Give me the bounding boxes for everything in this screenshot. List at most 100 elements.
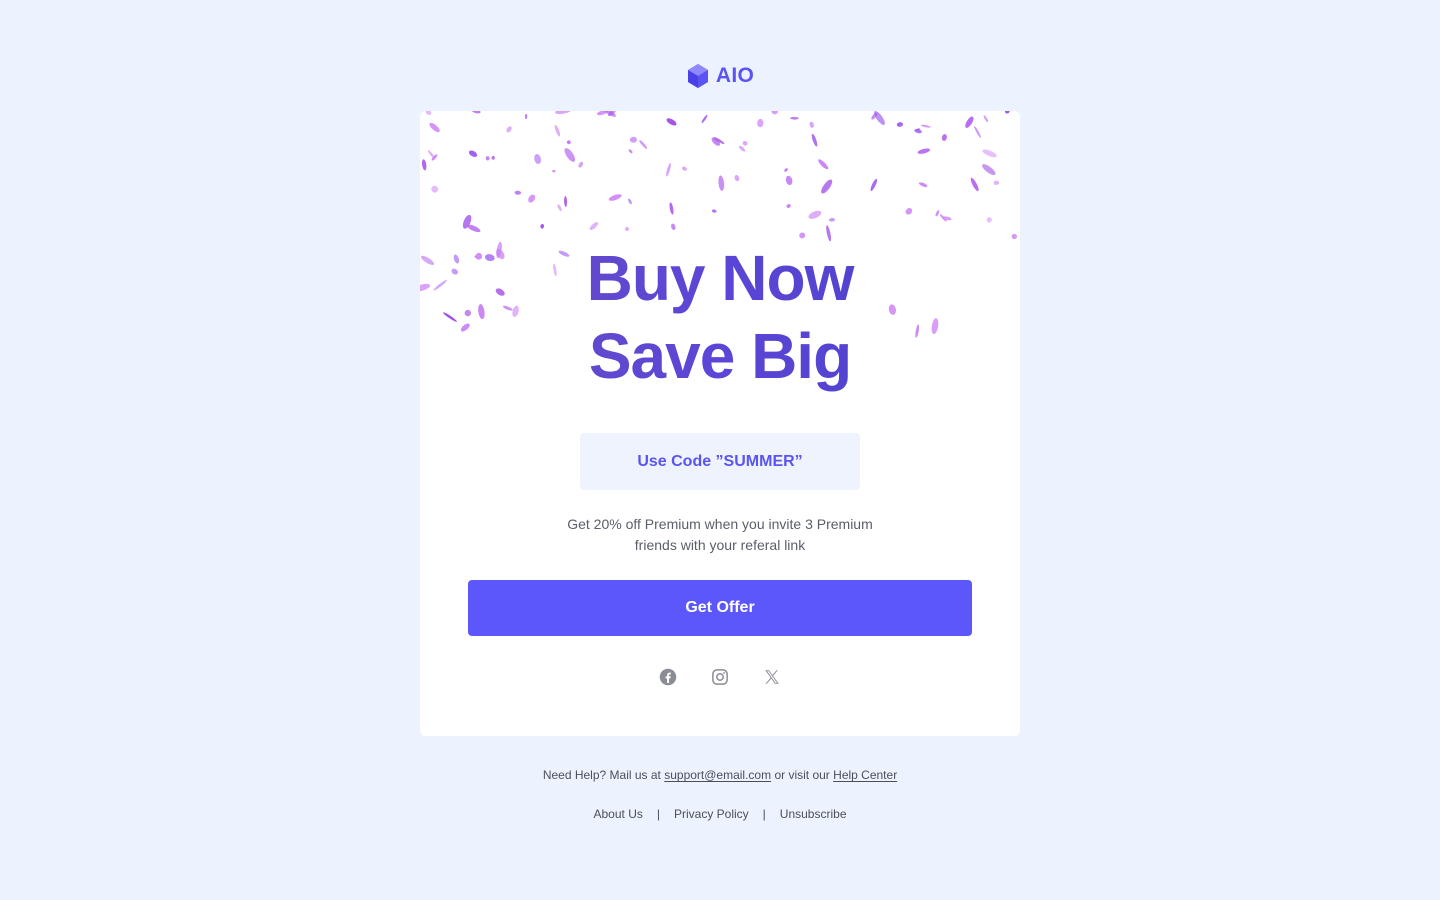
confetti-piece xyxy=(829,217,835,222)
confetti-piece xyxy=(607,111,617,117)
confetti-piece xyxy=(918,182,928,188)
confetti-piece xyxy=(471,111,481,114)
brand-name: AIO xyxy=(715,64,755,87)
confetti-piece xyxy=(920,124,931,128)
confetti-piece xyxy=(564,196,568,207)
confetti-piece xyxy=(993,180,999,186)
unsubscribe-link[interactable]: Unsubscribe xyxy=(780,807,847,821)
confetti-piece xyxy=(982,164,996,176)
confetti-piece xyxy=(671,223,676,231)
confetti-piece xyxy=(578,161,584,168)
confetti-piece xyxy=(738,145,746,152)
support-email-link[interactable]: support@email.com xyxy=(664,768,771,782)
confetti-piece xyxy=(552,169,556,173)
confetti-piece xyxy=(713,137,725,145)
confetti-piece xyxy=(524,113,528,120)
hero-headline: Buy Now Save Big xyxy=(420,239,1020,395)
confetti-piece xyxy=(425,111,432,115)
confetti-piece xyxy=(916,128,920,131)
offer-card: Buy Now Save Big Use Code ”SUMMER” Get 2… xyxy=(420,111,1020,736)
facebook-icon[interactable] xyxy=(658,667,678,687)
confetti-piece xyxy=(718,175,725,191)
confetti-piece xyxy=(701,114,708,124)
instagram-icon[interactable] xyxy=(710,667,730,687)
confetti-piece xyxy=(983,115,989,123)
promo-code-box[interactable]: Use Code ”SUMMER” xyxy=(580,433,860,490)
confetti-piece xyxy=(942,216,952,221)
confetti-piece xyxy=(935,210,940,217)
confetti-piece xyxy=(629,136,637,143)
confetti-piece xyxy=(939,214,947,222)
confetti-piece xyxy=(818,159,829,170)
hero-line-1: Buy Now xyxy=(586,242,854,314)
confetti-piece xyxy=(601,111,616,117)
confetti-piece xyxy=(596,111,608,116)
footer-separator: | xyxy=(762,807,766,821)
confetti-piece xyxy=(790,116,799,120)
confetti-piece xyxy=(871,112,878,120)
confetti-piece xyxy=(528,194,536,203)
confetti-piece xyxy=(554,124,561,137)
offer-description: Get 20% off Premium when you invite 3 Pr… xyxy=(567,516,873,553)
confetti-piece xyxy=(669,202,674,215)
confetti-piece xyxy=(771,111,778,115)
confetti-piece xyxy=(628,198,632,205)
confetti-piece xyxy=(431,185,439,193)
confetti-piece xyxy=(589,222,599,231)
confetti-piece xyxy=(896,122,903,127)
social-links xyxy=(420,667,1020,689)
confetti-piece xyxy=(785,175,793,186)
confetti-piece xyxy=(757,118,764,128)
confetti-piece xyxy=(784,168,788,172)
confetti-piece xyxy=(808,210,822,219)
confetti-piece xyxy=(514,190,522,195)
brand-logo[interactable]: AIO xyxy=(0,62,1440,90)
confetti-piece xyxy=(786,203,791,209)
confetti-piece xyxy=(905,207,913,215)
confetti-piece xyxy=(742,141,748,146)
hero-line-2: Save Big xyxy=(588,320,852,392)
aio-logo-icon xyxy=(687,64,708,88)
confetti-piece xyxy=(540,224,545,229)
confetti-piece xyxy=(666,163,671,177)
x-icon[interactable] xyxy=(762,667,782,687)
confetti-piece xyxy=(982,149,997,158)
confetti-piece xyxy=(427,149,436,160)
confetti-piece xyxy=(557,204,562,212)
confetti-piece xyxy=(666,118,677,126)
confetti-piece xyxy=(462,214,472,229)
help-middle: or visit our xyxy=(774,768,830,782)
confetti-piece xyxy=(491,155,495,160)
confetti-piece xyxy=(917,148,931,154)
confetti-piece xyxy=(608,194,622,201)
about-us-link[interactable]: About Us xyxy=(594,807,643,821)
confetti-piece xyxy=(628,149,633,154)
confetti-piece xyxy=(534,154,542,164)
help-center-link[interactable]: Help Center xyxy=(833,768,897,782)
confetti-piece xyxy=(870,178,878,192)
confetti-piece xyxy=(874,111,885,125)
confetti-piece xyxy=(1004,111,1010,114)
confetti-piece xyxy=(485,156,490,161)
confetti-piece xyxy=(711,209,717,213)
confetti-piece xyxy=(986,217,992,223)
confetti-piece xyxy=(466,224,481,233)
confetti-piece xyxy=(506,126,512,133)
get-offer-button[interactable]: Get Offer xyxy=(468,580,972,636)
confetti-piece xyxy=(711,137,721,146)
confetti-piece xyxy=(914,128,922,134)
confetti-piece xyxy=(431,154,438,161)
confetti-piece xyxy=(965,116,974,128)
privacy-policy-link[interactable]: Privacy Policy xyxy=(674,807,749,821)
footer-links: About Us | Privacy Policy | Unsubscribe xyxy=(0,807,1440,821)
confetti-piece xyxy=(564,148,576,162)
confetti-piece xyxy=(974,126,982,139)
confetti-piece xyxy=(468,150,478,157)
confetti-piece xyxy=(941,134,947,141)
confetti-piece xyxy=(970,177,979,192)
confetti-piece xyxy=(734,174,740,182)
confetti-piece xyxy=(429,122,440,133)
confetti-piece xyxy=(821,179,833,194)
confetti-piece xyxy=(682,166,687,171)
confetti-piece xyxy=(811,133,818,147)
